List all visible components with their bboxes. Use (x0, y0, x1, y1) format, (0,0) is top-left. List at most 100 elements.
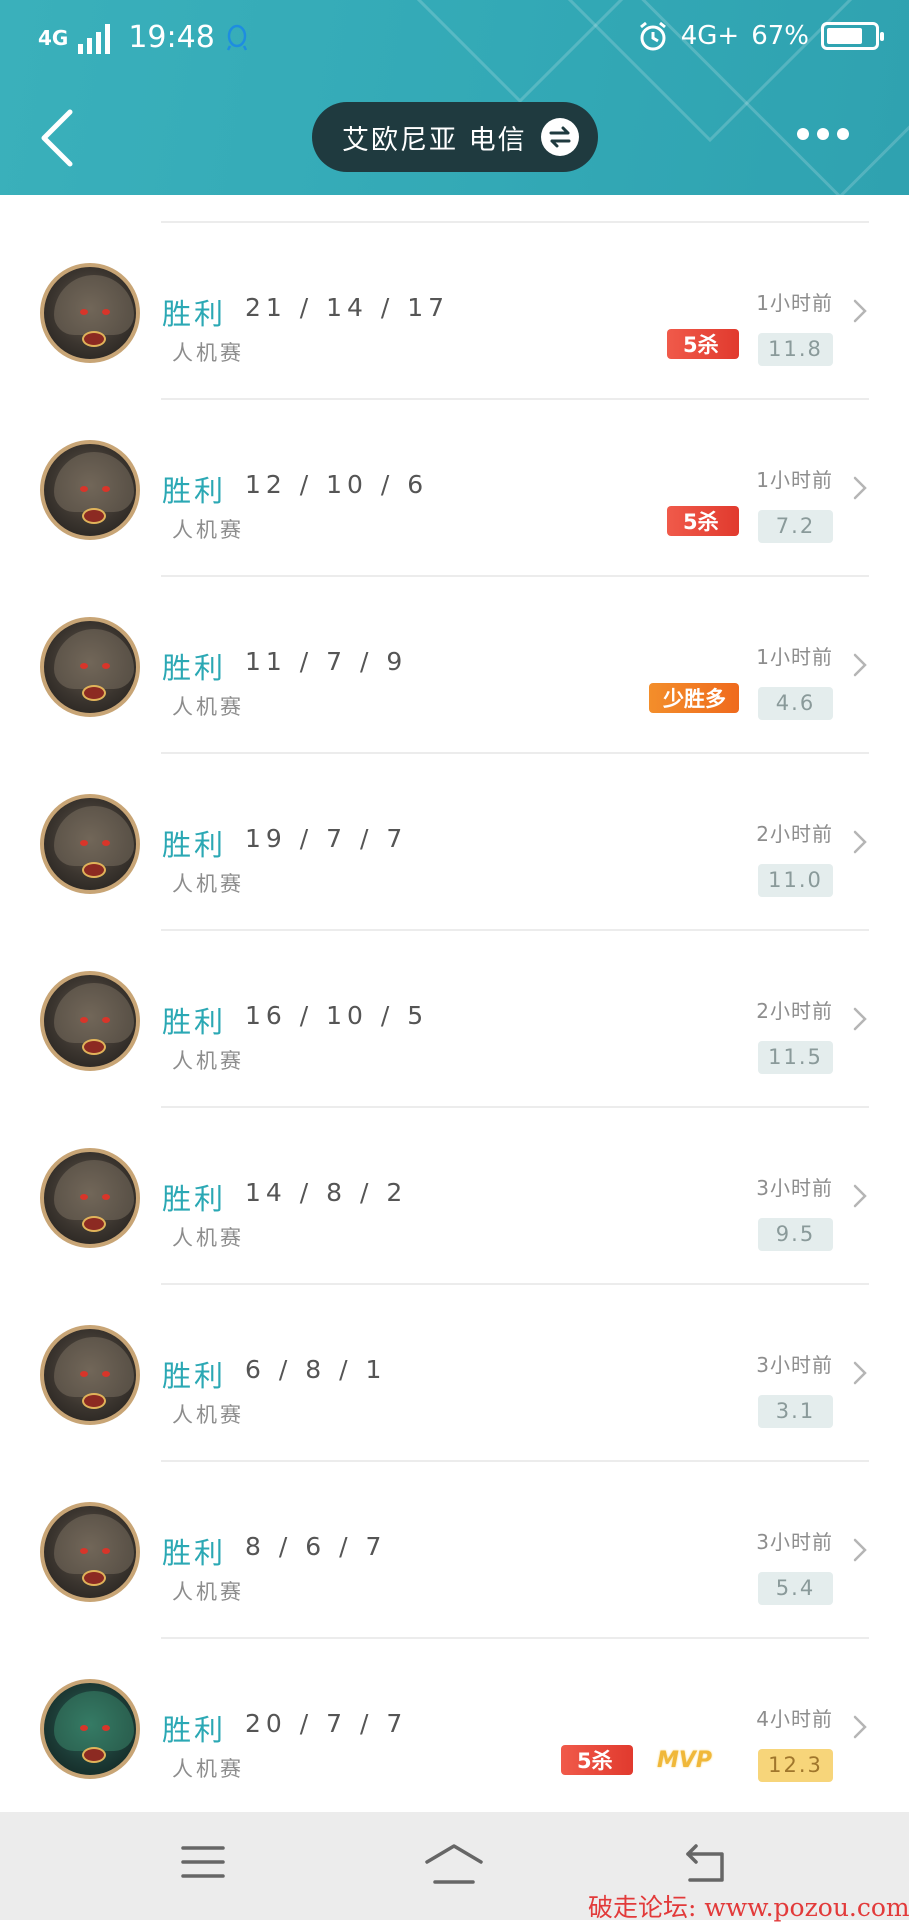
chevron-right-icon (853, 299, 867, 323)
achievement-badges: 少胜多 (637, 683, 739, 713)
match-mode: 人机赛 (172, 872, 244, 896)
mvp-badge: MVP (657, 1747, 713, 1773)
match-time: 2小时前 (756, 999, 833, 1023)
match-kda: 21 / 14 / 17 (245, 293, 450, 322)
match-row[interactable]: 胜利 19 / 7 / 7 人机赛 2小时前 11.0 (0, 754, 909, 931)
champion-avatar (40, 617, 140, 717)
match-time: 3小时前 (756, 1353, 833, 1377)
champion-avatar (40, 1325, 140, 1425)
status-bar: 4G 19:48 4G+ 67% (0, 0, 909, 80)
match-row[interactable]: 胜利 20 / 7 / 7 人机赛 4小时前 12.3 5杀 MVP (0, 1639, 909, 1816)
match-score: 11.0 (758, 864, 833, 897)
match-row[interactable]: 胜利 21 / 14 / 17 人机赛 1小时前 11.8 5杀 (0, 223, 909, 400)
chevron-right-icon (853, 1184, 867, 1208)
network-label-left: 4G (38, 25, 69, 50)
match-row[interactable]: 胜利 11 / 7 / 9 人机赛 1小时前 4.6 少胜多 (0, 577, 909, 754)
match-time: 2小时前 (756, 822, 833, 846)
home-icon[interactable] (423, 1842, 485, 1886)
achievement-badges: 5杀 (655, 329, 739, 359)
server-switch-button[interactable]: 艾欧尼亚 电信 (312, 102, 598, 172)
champion-avatar (40, 1502, 140, 1602)
battery-percent: 67% (751, 21, 809, 51)
match-mode: 人机赛 (172, 1757, 244, 1781)
penta-kill-badge: 5杀 (667, 506, 739, 536)
match-mode: 人机赛 (172, 1226, 244, 1250)
chevron-right-icon (853, 1361, 867, 1385)
achievement-badges: 5杀 (655, 506, 739, 536)
match-mode: 人机赛 (172, 518, 244, 542)
champion-avatar (40, 440, 140, 540)
more-options-button[interactable] (797, 128, 849, 140)
match-result: 胜利 (162, 1713, 227, 1747)
match-row[interactable]: 胜利 16 / 10 / 5 人机赛 2小时前 11.5 (0, 931, 909, 1108)
champion-avatar (40, 1148, 140, 1248)
clock: 19:48 (128, 20, 215, 55)
battery-icon (821, 22, 884, 50)
match-kda: 6 / 8 / 1 (245, 1355, 387, 1384)
app-header: 4G 19:48 4G+ 67% 艾欧尼亚 电信 (0, 0, 909, 195)
match-kda: 12 / 10 / 6 (245, 470, 429, 499)
match-mode: 人机赛 (172, 341, 244, 365)
match-row[interactable]: 胜利 12 / 10 / 6 人机赛 1小时前 7.2 5杀 (0, 400, 909, 577)
champion-avatar (40, 263, 140, 363)
match-row[interactable]: 胜利 6 / 8 / 1 人机赛 3小时前 3.1 (0, 1285, 909, 1462)
alarm-icon (639, 21, 666, 51)
chevron-right-icon (853, 1715, 867, 1739)
match-result: 胜利 (162, 1359, 227, 1393)
server-name: 艾欧尼亚 电信 (342, 124, 527, 156)
chevron-right-icon (853, 830, 867, 854)
match-kda: 14 / 8 / 2 (245, 1178, 408, 1207)
match-time: 1小时前 (756, 291, 833, 315)
match-time: 1小时前 (756, 645, 833, 669)
back-button[interactable] (38, 108, 78, 168)
match-kda: 16 / 10 / 5 (245, 1001, 429, 1030)
qq-icon (226, 24, 247, 51)
match-kda: 11 / 7 / 9 (245, 647, 408, 676)
match-time: 4小时前 (756, 1707, 833, 1731)
match-mode: 人机赛 (172, 1403, 244, 1427)
match-row[interactable]: 胜利 14 / 8 / 2 人机赛 3小时前 9.5 (0, 1108, 909, 1285)
match-result: 胜利 (162, 1182, 227, 1216)
nav-bar: 艾欧尼亚 电信 (0, 100, 909, 174)
match-mode: 人机赛 (172, 695, 244, 719)
match-score: 12.3 (758, 1749, 833, 1782)
match-score: 7.2 (758, 510, 833, 543)
champion-avatar (40, 971, 140, 1071)
chevron-right-icon (853, 476, 867, 500)
match-score: 5.4 (758, 1572, 833, 1605)
match-result: 胜利 (162, 1536, 227, 1570)
match-score: 4.6 (758, 687, 833, 720)
signal-icon (78, 22, 111, 54)
chevron-right-icon (853, 653, 867, 677)
underdog-win-badge: 少胜多 (649, 683, 739, 713)
match-result: 胜利 (162, 1005, 227, 1039)
match-result: 胜利 (162, 651, 227, 685)
watermark: 破走论坛: www.pozou.com (588, 1893, 909, 1922)
match-score: 11.8 (758, 333, 833, 366)
match-score: 9.5 (758, 1218, 833, 1251)
back-nav-icon[interactable] (682, 1842, 730, 1884)
penta-kill-badge: 5杀 (667, 329, 739, 359)
chevron-right-icon (853, 1007, 867, 1031)
menu-icon[interactable] (180, 1842, 226, 1882)
match-row[interactable]: 胜利 8 / 6 / 7 人机赛 3小时前 5.4 (0, 1462, 909, 1639)
achievement-badges: 5杀 MVP (549, 1745, 739, 1775)
match-score: 11.5 (758, 1041, 833, 1074)
chevron-right-icon (853, 1538, 867, 1562)
match-result: 胜利 (162, 474, 227, 508)
network-label-right: 4G+ (680, 21, 740, 51)
match-time: 3小时前 (756, 1176, 833, 1200)
swap-icon (540, 118, 579, 156)
match-kda: 20 / 7 / 7 (245, 1709, 408, 1738)
match-mode: 人机赛 (172, 1049, 244, 1073)
champion-avatar (40, 1679, 140, 1779)
champion-avatar (40, 794, 140, 894)
match-time: 3小时前 (756, 1530, 833, 1554)
match-result: 胜利 (162, 297, 227, 331)
match-score: 3.1 (758, 1395, 833, 1428)
match-kda: 19 / 7 / 7 (245, 824, 408, 853)
penta-kill-badge: 5杀 (561, 1745, 633, 1775)
match-time: 1小时前 (756, 468, 833, 492)
match-kda: 8 / 6 / 7 (245, 1532, 387, 1561)
match-mode: 人机赛 (172, 1580, 244, 1604)
